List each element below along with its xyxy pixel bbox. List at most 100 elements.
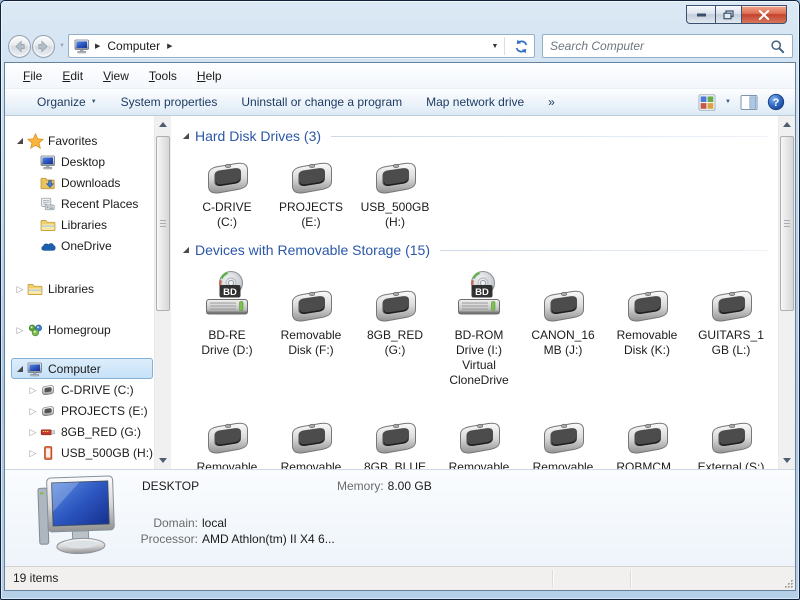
group-header-hard-disk-drives-3[interactable]: Hard Disk Drives (3) — [179, 128, 768, 144]
search-icon[interactable] — [770, 39, 785, 54]
recent-pages-dropdown-icon[interactable] — [56, 43, 68, 49]
drive-tile-removable-disk-k[interactable]: RemovableDisk (K:) — [605, 268, 689, 388]
drive-label: RemovableDisk (Q:) — [533, 460, 594, 469]
back-button[interactable] — [7, 34, 32, 59]
drive-tile-bd-rom-drive-i-virtual-clonedrive[interactable]: BDBD-ROMDrive (I:)VirtualCloneDrive — [437, 268, 521, 388]
drive-label: 8GB_BLUE(O:) — [364, 460, 426, 469]
address-dropdown-icon[interactable] — [486, 43, 504, 50]
breadcrumb-arrow-icon[interactable] — [162, 42, 177, 50]
scroll-down-icon[interactable] — [779, 452, 795, 469]
sidebar-item-projects-e[interactable]: PROJECTS (E:) — [11, 400, 153, 421]
content-scrollbar[interactable] — [778, 116, 795, 469]
sidebar-item-favorites[interactable]: Favorites — [11, 130, 153, 151]
minimize-button[interactable] — [686, 5, 715, 24]
drive-tile-c-drive-c[interactable]: C-DRIVE(C:) — [185, 154, 269, 230]
sidebar-item-c-drive-c[interactable]: C-DRIVE (C:) — [11, 379, 153, 400]
maximize-button[interactable] — [715, 5, 742, 24]
content-scrollbar-thumb[interactable] — [780, 136, 794, 311]
menu-edit[interactable]: Edit — [52, 64, 93, 88]
drive-tile-canon-16-mb-j[interactable]: CANON_16MB (J:) — [521, 268, 605, 388]
drive-tile-8gb-red-g[interactable]: 8GB_RED(G:) — [353, 268, 437, 388]
menu-tools[interactable]: Tools — [139, 64, 187, 88]
breadcrumb-arrow-icon[interactable] — [90, 42, 105, 50]
drive-tile-removable-disk-f[interactable]: RemovableDisk (F:) — [269, 268, 353, 388]
close-icon — [758, 10, 770, 20]
sidebar-item-computer[interactable]: Computer — [11, 358, 153, 379]
sidebar-item-libraries[interactable]: Libraries — [11, 278, 153, 299]
toolbar-uninstall-or-change-a-program[interactable]: Uninstall or change a program — [229, 95, 414, 109]
group-title: Devices with Removable Storage (15) — [195, 242, 430, 258]
item-count: 19 items — [13, 571, 58, 585]
sidebar-item-label: Homegroup — [48, 323, 111, 337]
scroll-up-icon[interactable] — [155, 116, 171, 133]
drive-label: RemovableDisk (K:) — [617, 328, 678, 358]
toolbar-right-icons: ? — [698, 93, 785, 111]
drive-icon — [371, 400, 419, 456]
drive-label: External (S:) — [698, 460, 765, 469]
views-icon[interactable] — [698, 94, 716, 111]
drive-tile-removable-disk-q[interactable]: RemovableDisk (Q:) — [521, 400, 605, 469]
window-controls — [686, 5, 787, 24]
menu-help[interactable]: Help — [187, 64, 232, 88]
sidebar-item-libraries[interactable]: Libraries — [11, 214, 153, 235]
minimize-icon — [697, 13, 706, 17]
scroll-up-icon[interactable] — [779, 116, 795, 133]
drive-tile-bd-re-drive-d[interactable]: BDBD-REDrive (D:) — [185, 268, 269, 388]
sidebar-item-usb-500gb-h[interactable]: USB_500GB (H:) — [11, 442, 153, 463]
drive-tile-projects-e[interactable]: PROJECTS(E:) — [269, 154, 353, 230]
sidebar-item-desktop[interactable]: Desktop — [11, 151, 153, 172]
breadcrumb-computer[interactable]: Computer — [105, 39, 162, 53]
svg-text:BD: BD — [223, 287, 237, 298]
usb-red-icon — [39, 424, 57, 440]
navigation-bar: Computer Search Computer — [7, 32, 793, 60]
drive-label: 8GB_RED(G:) — [367, 328, 423, 358]
scroll-down-icon[interactable] — [155, 452, 171, 469]
sidebar-item-onedrive[interactable]: OneDrive — [11, 235, 153, 256]
toolbar-item-label: » — [548, 95, 555, 109]
toolbar-item-label: System properties — [121, 95, 218, 109]
search-placeholder: Search Computer — [550, 39, 770, 53]
toolbar-system-properties[interactable]: System properties — [109, 95, 230, 109]
sidebar-scrollbar[interactable] — [154, 116, 171, 469]
sidebar-item-label: Libraries — [48, 282, 94, 296]
search-input[interactable]: Search Computer — [542, 34, 793, 58]
drive-label: RemovableDisk (P:) — [449, 460, 510, 469]
menu-file[interactable]: File — [13, 64, 52, 88]
toolbar-map-network-drive[interactable]: Map network drive — [414, 95, 536, 109]
sidebar-item-label: Favorites — [48, 134, 97, 148]
sidebar-item-homegroup[interactable]: Homegroup — [11, 319, 153, 340]
group-header-devices-with-removable-storage-15[interactable]: Devices with Removable Storage (15) — [179, 242, 768, 258]
sidebar-item-downloads[interactable]: Downloads — [11, 172, 153, 193]
drive-tile-guitars-1-gb-l[interactable]: GUITARS_1GB (L:) — [689, 268, 773, 388]
group-title: Hard Disk Drives (3) — [195, 128, 321, 144]
drive-tile-removable-disk-m[interactable]: RemovableDisk (M:) — [185, 400, 269, 469]
address-bar[interactable]: Computer — [68, 34, 535, 58]
help-icon[interactable]: ? — [767, 93, 785, 111]
sidebar-item-recent-places[interactable]: Recent Places — [11, 193, 153, 214]
folder-view: Hard Disk Drives (3) C-DRIVE(C:)PROJECTS(… — [171, 116, 778, 469]
drive-tile-robmcm-8gb-r[interactable]: ROBMCM_8GB (R:) — [605, 400, 689, 469]
drive-tile-removable-disk-n[interactable]: RemovableDisk (N:) — [269, 400, 353, 469]
drive-icon — [623, 268, 671, 324]
drive-tile-removable-disk-p[interactable]: RemovableDisk (P:) — [437, 400, 521, 469]
sidebar-item-8gb-red-g[interactable]: 8GB_RED (G:) — [11, 421, 153, 442]
computer-icon — [26, 361, 44, 377]
drive-label: CANON_16MB (J:) — [531, 328, 594, 358]
drive-tile-usb-500gb-h[interactable]: USB_500GB(H:) — [353, 154, 437, 230]
svg-text:?: ? — [773, 97, 780, 109]
resize-grip-icon[interactable] — [782, 577, 794, 589]
menu-view[interactable]: View — [93, 64, 139, 88]
close-button[interactable] — [742, 5, 787, 24]
refresh-icon[interactable] — [508, 38, 534, 55]
toolbar-organize[interactable]: Organize — [25, 95, 109, 109]
drive-label: BD-ROMDrive (I:)VirtualCloneDrive — [449, 328, 508, 388]
preview-pane-icon[interactable] — [740, 94, 758, 111]
toolbar-overflow-chevron[interactable]: » — [536, 95, 567, 109]
drive-tile-external-s[interactable]: External (S:) — [689, 400, 773, 469]
forward-button[interactable] — [31, 34, 56, 59]
chevron-down-icon[interactable] — [725, 99, 731, 105]
drive-icon — [371, 154, 419, 196]
domain-value: local — [202, 516, 227, 530]
drive-tile-8gb-blue-o[interactable]: 8GB_BLUE(O:) — [353, 400, 437, 469]
sidebar-scrollbar-thumb[interactable] — [156, 136, 170, 311]
